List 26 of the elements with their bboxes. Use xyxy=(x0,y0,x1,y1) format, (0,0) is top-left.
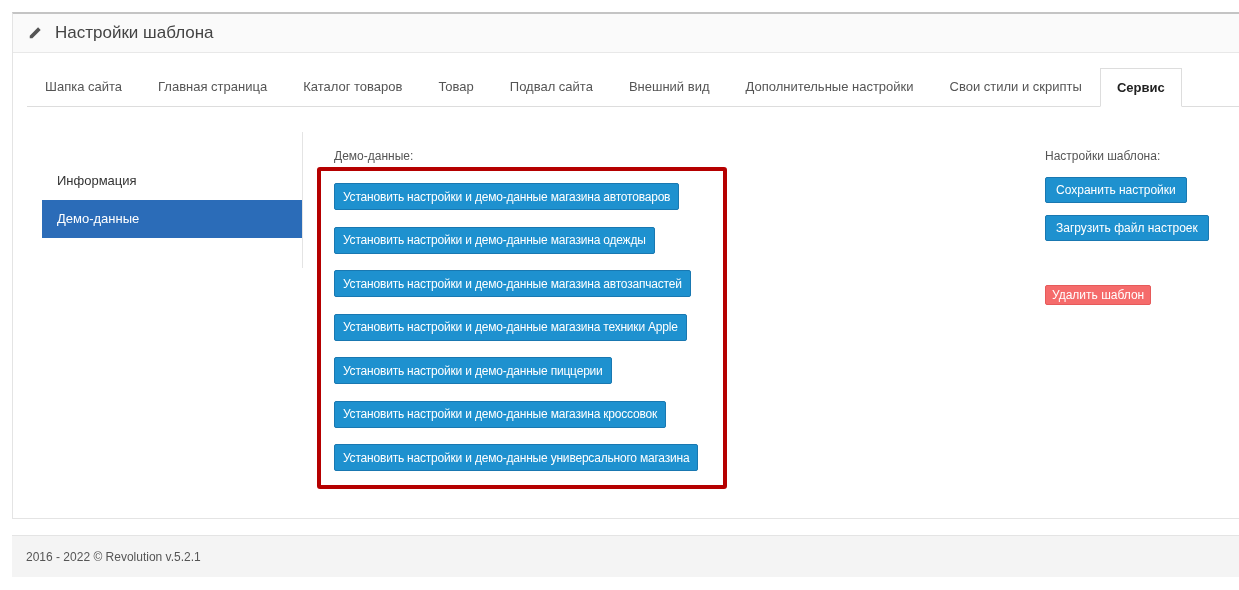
delete-button[interactable]: Удалить шаблон xyxy=(1045,285,1152,305)
sidebar-item[interactable]: Информация xyxy=(42,162,302,200)
section-label: Настройки шаблона: xyxy=(1045,148,1161,165)
tab[interactable]: Свои стили и скрипты xyxy=(931,68,1100,106)
footer-text: 2016 - 2022 © Revolution v.5.2.1 xyxy=(26,548,201,566)
settings-button[interactable]: Загрузить файл настроек xyxy=(1045,215,1209,241)
tab[interactable]: Товар xyxy=(420,68,492,106)
settings-button[interactable]: Сохранить настройки xyxy=(1045,177,1187,203)
tab[interactable]: Внешний вид xyxy=(610,68,728,106)
tab[interactable]: Главная страница xyxy=(140,68,286,106)
install-demo-button[interactable]: Установить настройки и демо-данные магазина одежды xyxy=(334,226,655,254)
tab[interactable]: Шапка сайта xyxy=(27,68,141,106)
panel-title: Настройки шаблона xyxy=(55,22,214,45)
tab[interactable]: Каталог товаров xyxy=(285,68,421,106)
install-demo-button[interactable]: Установить настройки и демо-данные магазина техники Apple xyxy=(334,313,687,341)
install-demo-button[interactable]: Установить настройки и демо-данные пиццерии xyxy=(334,357,612,384)
pencil-icon xyxy=(28,26,42,40)
install-demo-button[interactable]: Установить настройки и демо-данные магазина автозапчастей xyxy=(334,270,691,297)
tab[interactable]: Сервис xyxy=(1099,68,1182,107)
tab[interactable]: Дополнительные настройки xyxy=(727,68,932,106)
sidebar-item[interactable]: Демо-данные xyxy=(42,200,302,238)
section-label: Демо-данные: xyxy=(333,148,415,165)
install-demo-button[interactable]: Установить настройки и демо-данные магазина кроссовок xyxy=(334,400,667,428)
install-demo-button[interactable]: Установить настройки и демо-данные универсального магазина xyxy=(334,444,699,471)
tab[interactable]: Подвал сайта xyxy=(491,68,611,106)
install-demo-button[interactable]: Установить настройки и демо-данные магазина автотоваров xyxy=(334,183,680,210)
